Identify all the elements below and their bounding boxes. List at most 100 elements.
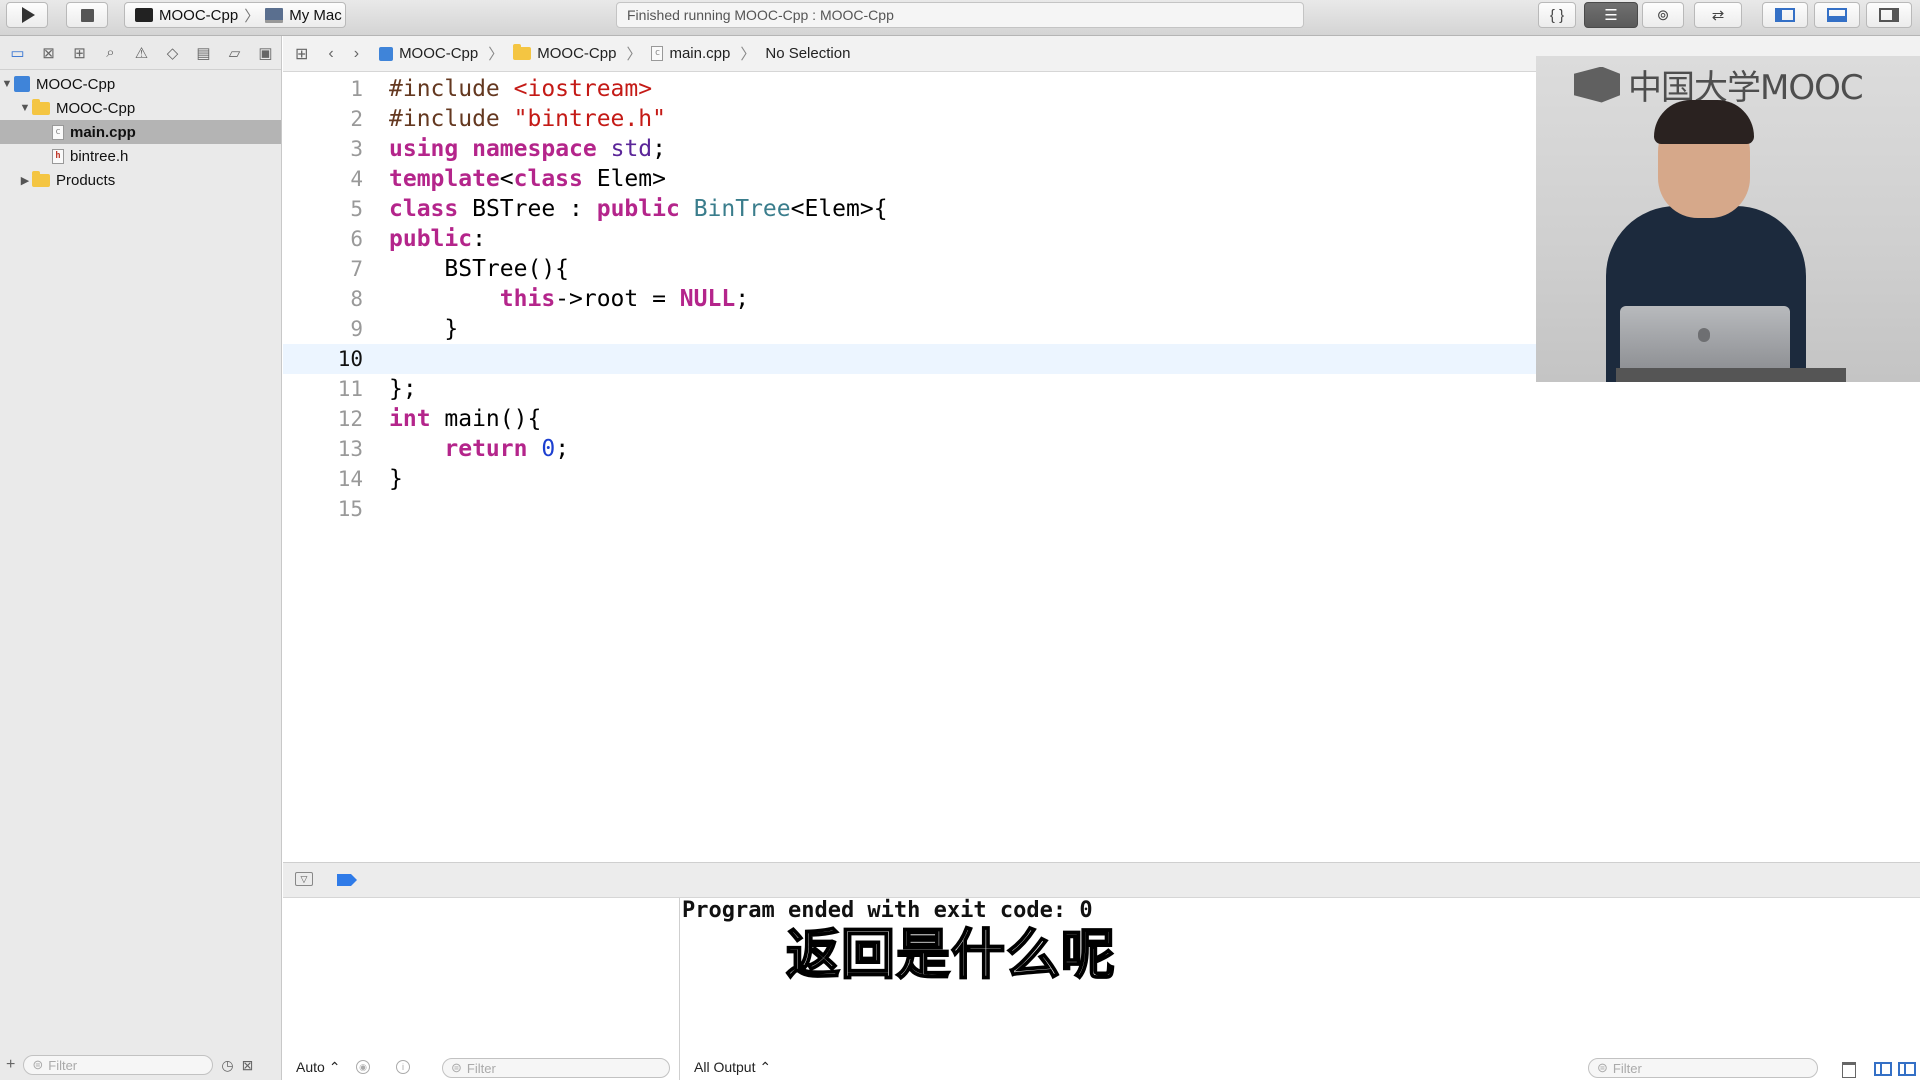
project-navigator: ▭ ⊠ ⊞ ⌕ ⚠ ◇ ▤ ▱ ▣ ▼ MOOC-Cpp ▼ MOOC-Cpp … bbox=[0, 36, 282, 1080]
activity-viewer: Finished running MOOC-Cpp : MOOC-Cpp bbox=[616, 2, 1304, 28]
folder-icon[interactable]: ▭ bbox=[2, 44, 33, 62]
code-line[interactable]: 13 return 0; bbox=[283, 434, 1920, 464]
add-icon[interactable]: + bbox=[6, 1056, 15, 1074]
tree-item-label: MOOC-Cpp bbox=[36, 75, 116, 93]
source-control-icon[interactable]: ⊠ bbox=[33, 44, 64, 62]
library-button[interactable]: { } bbox=[1538, 2, 1576, 28]
eye-icon[interactable]: ◉ bbox=[356, 1060, 370, 1074]
tree-item-label: bintree.h bbox=[70, 147, 129, 165]
cpp-file-icon: c bbox=[52, 124, 64, 140]
scheme-selector[interactable]: MOOC-Cpp 〉 My Mac bbox=[124, 2, 346, 28]
chevron-right-icon: 〉 bbox=[488, 46, 504, 63]
disclosure-closed-icon[interactable]: ▶ bbox=[18, 174, 32, 187]
code-token: class bbox=[389, 196, 459, 222]
variables-filter-input[interactable]: ⊜ Filter bbox=[442, 1058, 670, 1078]
console-filter-input[interactable]: ⊜ Filter bbox=[1588, 1058, 1818, 1078]
line-number: 2 bbox=[350, 107, 363, 131]
back-icon[interactable]: ‹ bbox=[328, 45, 333, 63]
line-number: 11 bbox=[337, 377, 363, 401]
tree-item-label: MOOC-Cpp bbox=[56, 99, 136, 117]
run-button[interactable] bbox=[6, 2, 48, 28]
report-icon[interactable]: ▣ bbox=[250, 44, 281, 62]
search-icon[interactable]: ⌕ bbox=[95, 44, 126, 61]
apple-logo-icon bbox=[1698, 328, 1710, 342]
line-number: 6 bbox=[350, 227, 363, 251]
standard-editor-button[interactable]: ☰ bbox=[1584, 2, 1638, 28]
code-token: namespace bbox=[472, 136, 597, 162]
line-number: 9 bbox=[350, 317, 363, 341]
filter-placeholder: Filter bbox=[48, 1057, 78, 1073]
disclosure-open-icon[interactable]: ▼ bbox=[18, 102, 32, 114]
code-token: ; bbox=[652, 136, 666, 162]
toggle-debug-area-button[interactable] bbox=[1814, 2, 1860, 28]
toggle-utilities-button[interactable] bbox=[1866, 2, 1912, 28]
recent-files-icon[interactable]: ◷ bbox=[221, 1057, 233, 1074]
chevron-right-icon: 〉 bbox=[626, 46, 642, 63]
tree-item-project[interactable]: ▼ MOOC-Cpp bbox=[0, 72, 281, 96]
bottom-panel-icon bbox=[1827, 8, 1847, 22]
breakpoint-icon[interactable]: ▱ bbox=[219, 44, 250, 62]
warning-icon[interactable]: ⚠ bbox=[126, 44, 157, 62]
code-token: #include bbox=[389, 76, 514, 102]
symbol-icon[interactable]: ⊞ bbox=[64, 44, 95, 62]
lines-icon: ☰ bbox=[1604, 7, 1618, 24]
code-line[interactable]: 12 int main(){ bbox=[283, 404, 1920, 434]
arrows-icon: ⇄ bbox=[1711, 7, 1725, 24]
code-token: } bbox=[389, 466, 403, 492]
filter-icon: ⊜ bbox=[451, 1060, 462, 1075]
code-line[interactable]: 15 bbox=[283, 494, 1920, 524]
forward-icon[interactable]: › bbox=[354, 45, 359, 63]
code-token: using bbox=[389, 136, 459, 162]
code-token: } bbox=[389, 316, 459, 342]
source-control-filter-icon[interactable]: ⊠ bbox=[242, 1057, 254, 1074]
left-panel-icon bbox=[1775, 8, 1795, 22]
right-panel-icon bbox=[1879, 8, 1899, 22]
breadcrumb-label: No Selection bbox=[765, 45, 851, 62]
code-token: int bbox=[389, 406, 431, 432]
hide-debug-area-icon[interactable]: ▽ bbox=[295, 872, 313, 886]
variables-view bbox=[283, 898, 680, 1080]
info-icon[interactable]: i bbox=[396, 1060, 410, 1074]
code-token: main(){ bbox=[430, 406, 542, 432]
split-left-icon[interactable] bbox=[1874, 1062, 1892, 1076]
version-editor-button[interactable]: ⇄ bbox=[1694, 2, 1742, 28]
breadcrumb-label: main.cpp bbox=[669, 45, 731, 62]
tree-item-bintree-h[interactable]: h bintree.h bbox=[0, 144, 281, 168]
breadcrumb-group[interactable]: MOOC-Cpp 〉 bbox=[513, 43, 641, 64]
split-right-icon[interactable] bbox=[1898, 1062, 1916, 1076]
line-number: 5 bbox=[350, 197, 363, 221]
assistant-editor-button[interactable]: ⊚ bbox=[1642, 2, 1684, 28]
code-token: <Elem>{ bbox=[790, 196, 888, 222]
tree-item-label: Products bbox=[56, 171, 116, 189]
output-selector[interactable]: All Output ⌃ bbox=[694, 1054, 771, 1080]
breakpoints-toggle-icon[interactable] bbox=[337, 874, 357, 886]
code-token: template bbox=[389, 166, 500, 192]
tree-item-group[interactable]: ▼ MOOC-Cpp bbox=[0, 96, 281, 120]
filter-icon: ⊜ bbox=[1597, 1060, 1608, 1075]
code-line[interactable]: 14 } bbox=[283, 464, 1920, 494]
toggle-navigator-button[interactable] bbox=[1762, 2, 1808, 28]
line-number: 13 bbox=[337, 437, 363, 461]
line-number: 15 bbox=[337, 497, 363, 521]
rings-icon: ⊚ bbox=[1656, 7, 1670, 24]
stop-button[interactable] bbox=[66, 2, 108, 28]
variables-scope-selector[interactable]: Auto ⌃ bbox=[296, 1054, 340, 1080]
breadcrumb-project[interactable]: MOOC-Cpp 〉 bbox=[379, 43, 503, 64]
breadcrumb-label: MOOC-Cpp bbox=[537, 45, 617, 62]
project-icon bbox=[379, 46, 394, 61]
navigator-filter-input[interactable]: ⊜ Filter bbox=[23, 1055, 214, 1075]
code-token: BSTree : bbox=[458, 196, 597, 222]
breadcrumb-file[interactable]: c main.cpp 〉 bbox=[651, 43, 755, 64]
code-token: ; bbox=[735, 286, 750, 312]
code-token: }; bbox=[389, 376, 417, 402]
related-items-icon[interactable]: ⊞ bbox=[295, 44, 308, 64]
trash-icon[interactable] bbox=[1842, 1062, 1856, 1078]
disclosure-open-icon[interactable]: ▼ bbox=[0, 78, 14, 90]
debug-icon[interactable]: ▤ bbox=[188, 44, 219, 62]
tree-item-products[interactable]: ▶ Products bbox=[0, 168, 281, 192]
tree-item-main-cpp[interactable]: c main.cpp bbox=[0, 120, 281, 144]
test-icon[interactable]: ◇ bbox=[157, 44, 188, 62]
breadcrumb-symbol[interactable]: No Selection bbox=[765, 45, 850, 62]
code-token: return bbox=[444, 436, 528, 462]
